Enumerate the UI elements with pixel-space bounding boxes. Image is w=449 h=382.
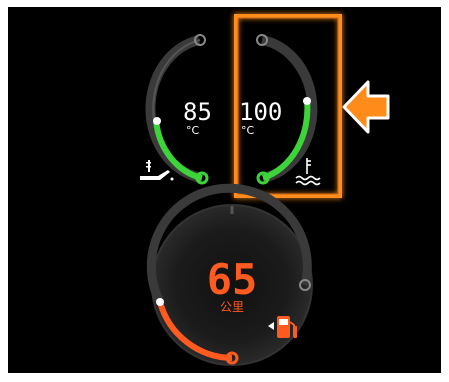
coolant-temp-value: 100 xyxy=(239,98,282,126)
coolant-temperature-icon xyxy=(295,158,321,186)
oil-temp-unit: °C xyxy=(186,124,200,137)
coolant-temp-gauge: 100 °C xyxy=(234,14,342,198)
fuel-range-gauge: 65 公里 xyxy=(146,183,313,366)
oil-temp-gauge: 85 °C xyxy=(140,34,212,185)
oil-temp-needle-dot xyxy=(153,117,161,125)
fuel-range-unit: 公里 xyxy=(220,300,244,314)
fuel-needle-dot xyxy=(156,298,164,306)
oil-temp-value: 85 xyxy=(183,98,212,126)
gauges-canvas: 85 °C 100 °C 65 公里 xyxy=(140,14,390,366)
fuel-range-value: 65 xyxy=(207,255,258,304)
coolant-temp-needle-dot xyxy=(303,97,311,105)
coolant-temp-unit: °C xyxy=(241,124,255,137)
arrow-left-icon xyxy=(342,80,390,134)
